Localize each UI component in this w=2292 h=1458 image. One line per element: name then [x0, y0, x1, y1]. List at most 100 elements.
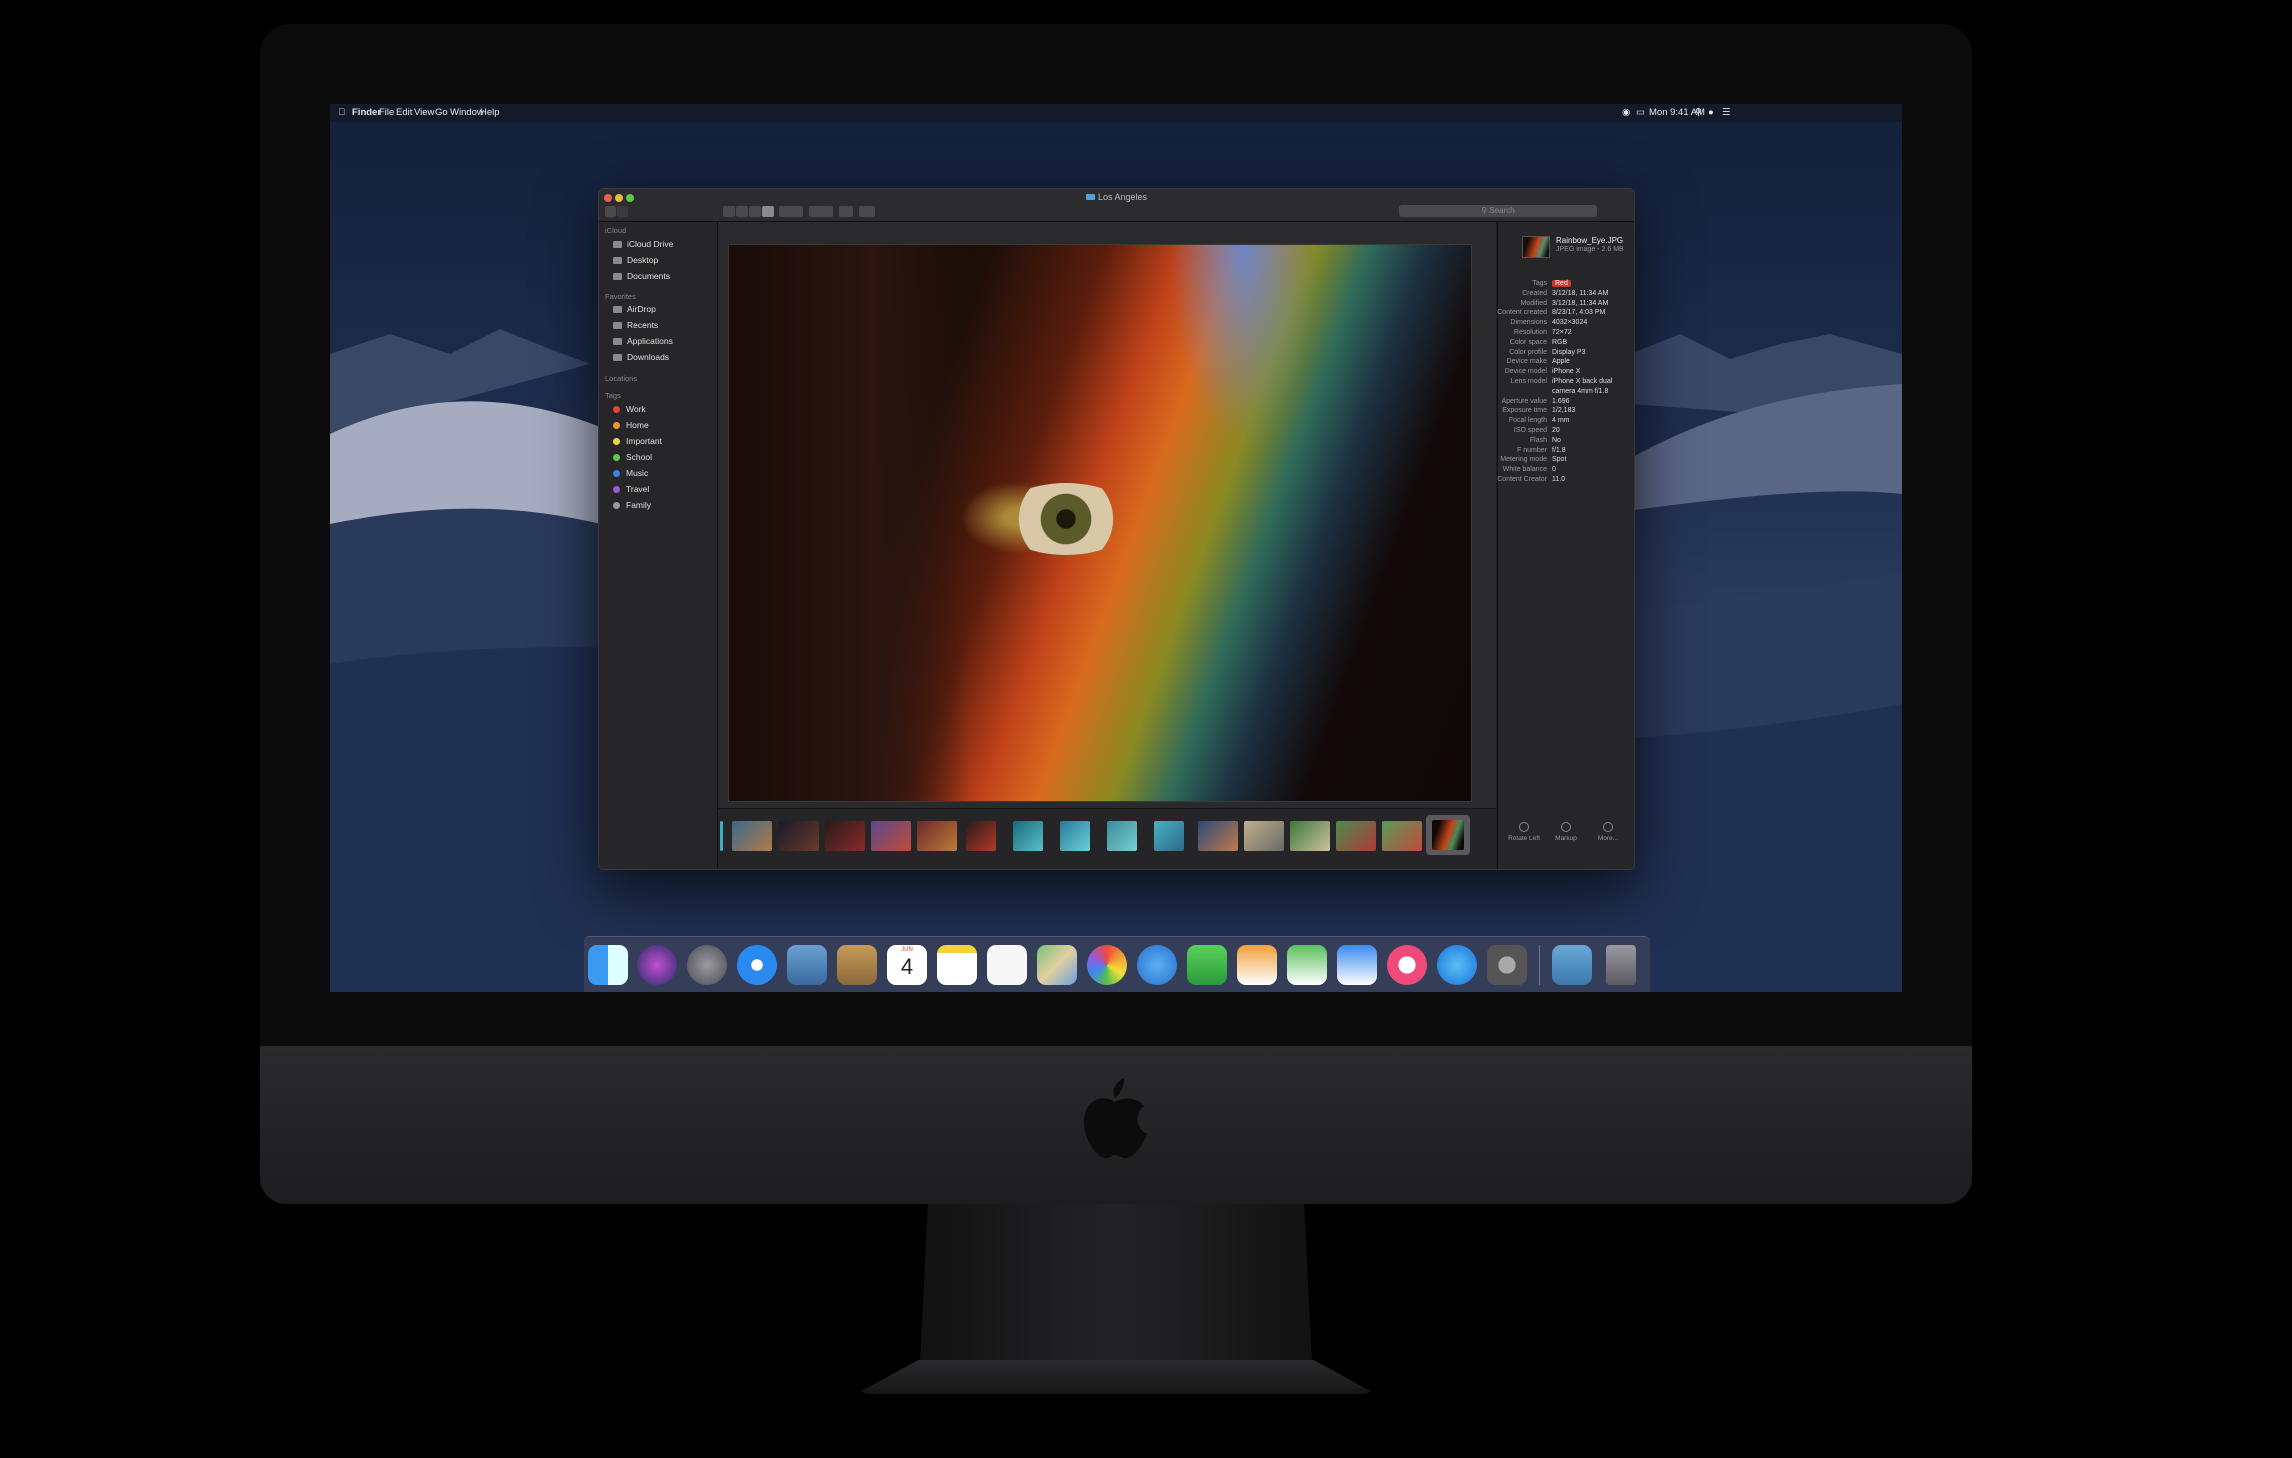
sidebar-item-documents[interactable]: Documents [613, 271, 670, 281]
notes-icon[interactable] [937, 945, 977, 985]
wifi-icon[interactable]: ◉ [1622, 107, 1630, 118]
metadata-row: Content created 8/23/17, 4:03 PM [1497, 309, 1634, 319]
pages-icon[interactable] [1237, 945, 1277, 985]
more-button[interactable]: More... [1588, 822, 1628, 842]
siri-icon[interactable] [637, 945, 677, 985]
siri-menu-icon[interactable]: ● [1708, 107, 1714, 118]
thumbnail[interactable] [1290, 821, 1330, 851]
metadata-value: 1.696 [1552, 397, 1570, 405]
thumbnail[interactable] [1154, 821, 1184, 851]
sidebar-tag-family[interactable]: Family [613, 500, 651, 510]
group-button[interactable] [779, 206, 803, 217]
thumbnail[interactable] [1013, 821, 1043, 851]
rotate-icon [1519, 822, 1529, 832]
sidebar-tag-travel[interactable]: Travel [613, 484, 649, 494]
appstore-icon[interactable] [1437, 945, 1477, 985]
menu-go[interactable]: Go [435, 107, 448, 118]
facetime-icon[interactable] [1187, 945, 1227, 985]
menu-finder[interactable]: Finder [352, 107, 381, 118]
sidebar-item-airdrop[interactable]: AirDrop [613, 304, 656, 314]
file-thumbnail [1522, 236, 1550, 258]
sidebar-header-icloud: iCloud [605, 226, 627, 235]
thumbnail[interactable] [871, 821, 911, 851]
window-title: Los Angeles [599, 192, 1634, 202]
keynote-icon[interactable] [1337, 945, 1377, 985]
sidebar-item-icloud-drive[interactable]: iCloud Drive [613, 239, 673, 249]
contacts-icon[interactable] [837, 945, 877, 985]
sidebar-item-recents[interactable]: Recents [613, 320, 658, 330]
search-field[interactable]: ⚲ Search [1399, 205, 1597, 217]
menu-window[interactable]: Window [450, 107, 484, 118]
back-button[interactable] [605, 206, 616, 217]
thumbnail[interactable] [732, 821, 772, 851]
thumbnail-selected[interactable] [1432, 820, 1464, 850]
tags-button[interactable] [859, 206, 875, 217]
messages-icon[interactable] [1137, 945, 1177, 985]
markup-button[interactable]: Markup [1546, 822, 1586, 842]
metadata-row: Tags Red [1498, 280, 1634, 290]
photos-icon[interactable] [1087, 945, 1127, 985]
menu-edit[interactable]: Edit [396, 107, 412, 118]
metadata-row: Dimensions 4032×3024 [1498, 319, 1634, 329]
forward-button[interactable] [617, 206, 628, 217]
thumbnail[interactable] [1198, 821, 1238, 851]
numbers-icon[interactable] [1287, 945, 1327, 985]
thumbnail[interactable] [1244, 821, 1284, 851]
menu-view[interactable]: View [414, 107, 434, 118]
list-view-button[interactable] [736, 206, 748, 217]
safari-icon[interactable] [737, 945, 777, 985]
itunes-icon[interactable] [1387, 945, 1427, 985]
sidebar-item-downloads[interactable]: Downloads [613, 352, 669, 362]
finder-icon[interactable] [588, 945, 628, 985]
mail-icon[interactable] [787, 945, 827, 985]
thumbnail[interactable] [917, 821, 957, 851]
apple-menu-icon[interactable]:  [338, 107, 345, 118]
share-button[interactable] [839, 206, 853, 217]
airplay-icon[interactable]: ▭ [1636, 107, 1645, 118]
preview-photo[interactable] [728, 244, 1472, 802]
metadata-row: Focal length 4 mm [1498, 417, 1634, 427]
column-view-button[interactable] [749, 206, 761, 217]
thumbnail[interactable] [825, 821, 865, 851]
gallery-view-button[interactable] [762, 206, 774, 217]
notification-center-icon[interactable]: ☰ [1722, 107, 1731, 118]
thumbnail[interactable] [1060, 821, 1090, 851]
tag-dot-green [613, 454, 620, 462]
metadata-row: Metering mode Spot [1498, 456, 1634, 466]
sidebar-tag-important[interactable]: Important [613, 436, 662, 446]
metadata-row: Modified 3/12/18, 11:34 AM [1498, 300, 1634, 310]
thumbnail[interactable] [1336, 821, 1376, 851]
launchpad-icon[interactable] [687, 945, 727, 985]
metadata-key: Exposure time [1502, 407, 1547, 415]
menu-help[interactable]: Help [480, 107, 500, 118]
downloads-stack-icon[interactable] [1552, 945, 1592, 985]
menu-file[interactable]: File [379, 107, 394, 118]
sidebar-tag-school[interactable]: School [613, 452, 652, 462]
sidebar-tag-home[interactable]: Home [613, 420, 649, 430]
thumbnail[interactable] [1107, 821, 1137, 851]
spotlight-icon[interactable]: ⚲ [1695, 107, 1702, 118]
thumbnail[interactable] [1382, 821, 1422, 851]
sidebar-item-applications[interactable]: Applications [613, 336, 673, 346]
icon-view-button[interactable] [723, 206, 735, 217]
system-preferences-icon[interactable] [1487, 945, 1527, 985]
sidebar-tag-music[interactable]: Music [613, 468, 648, 478]
applications-icon [613, 338, 622, 346]
sidebar-item-desktop[interactable]: Desktop [613, 255, 658, 265]
sidebar-tag-work[interactable]: Work [613, 404, 646, 414]
filmstrip[interactable] [718, 808, 1496, 869]
thumbnail-partial[interactable] [720, 821, 723, 851]
metadata-key: F number [1517, 446, 1547, 454]
thumbnail[interactable] [966, 821, 996, 851]
trash-icon[interactable] [1606, 945, 1636, 985]
reminders-icon[interactable] [987, 945, 1027, 985]
action-gear-button[interactable] [809, 206, 833, 217]
maps-icon[interactable] [1037, 945, 1077, 985]
rotate-left-button[interactable]: Rotate Left [1504, 822, 1544, 842]
calendar-icon[interactable]: JUN 4 [887, 945, 927, 985]
metadata-key: Device make [1506, 358, 1547, 366]
metadata-value: RGB [1552, 338, 1568, 346]
metadata-key: Content Creator [1497, 476, 1547, 483]
metadata-value: 3/12/18, 11:34 AM [1552, 289, 1609, 297]
thumbnail[interactable] [779, 821, 819, 851]
